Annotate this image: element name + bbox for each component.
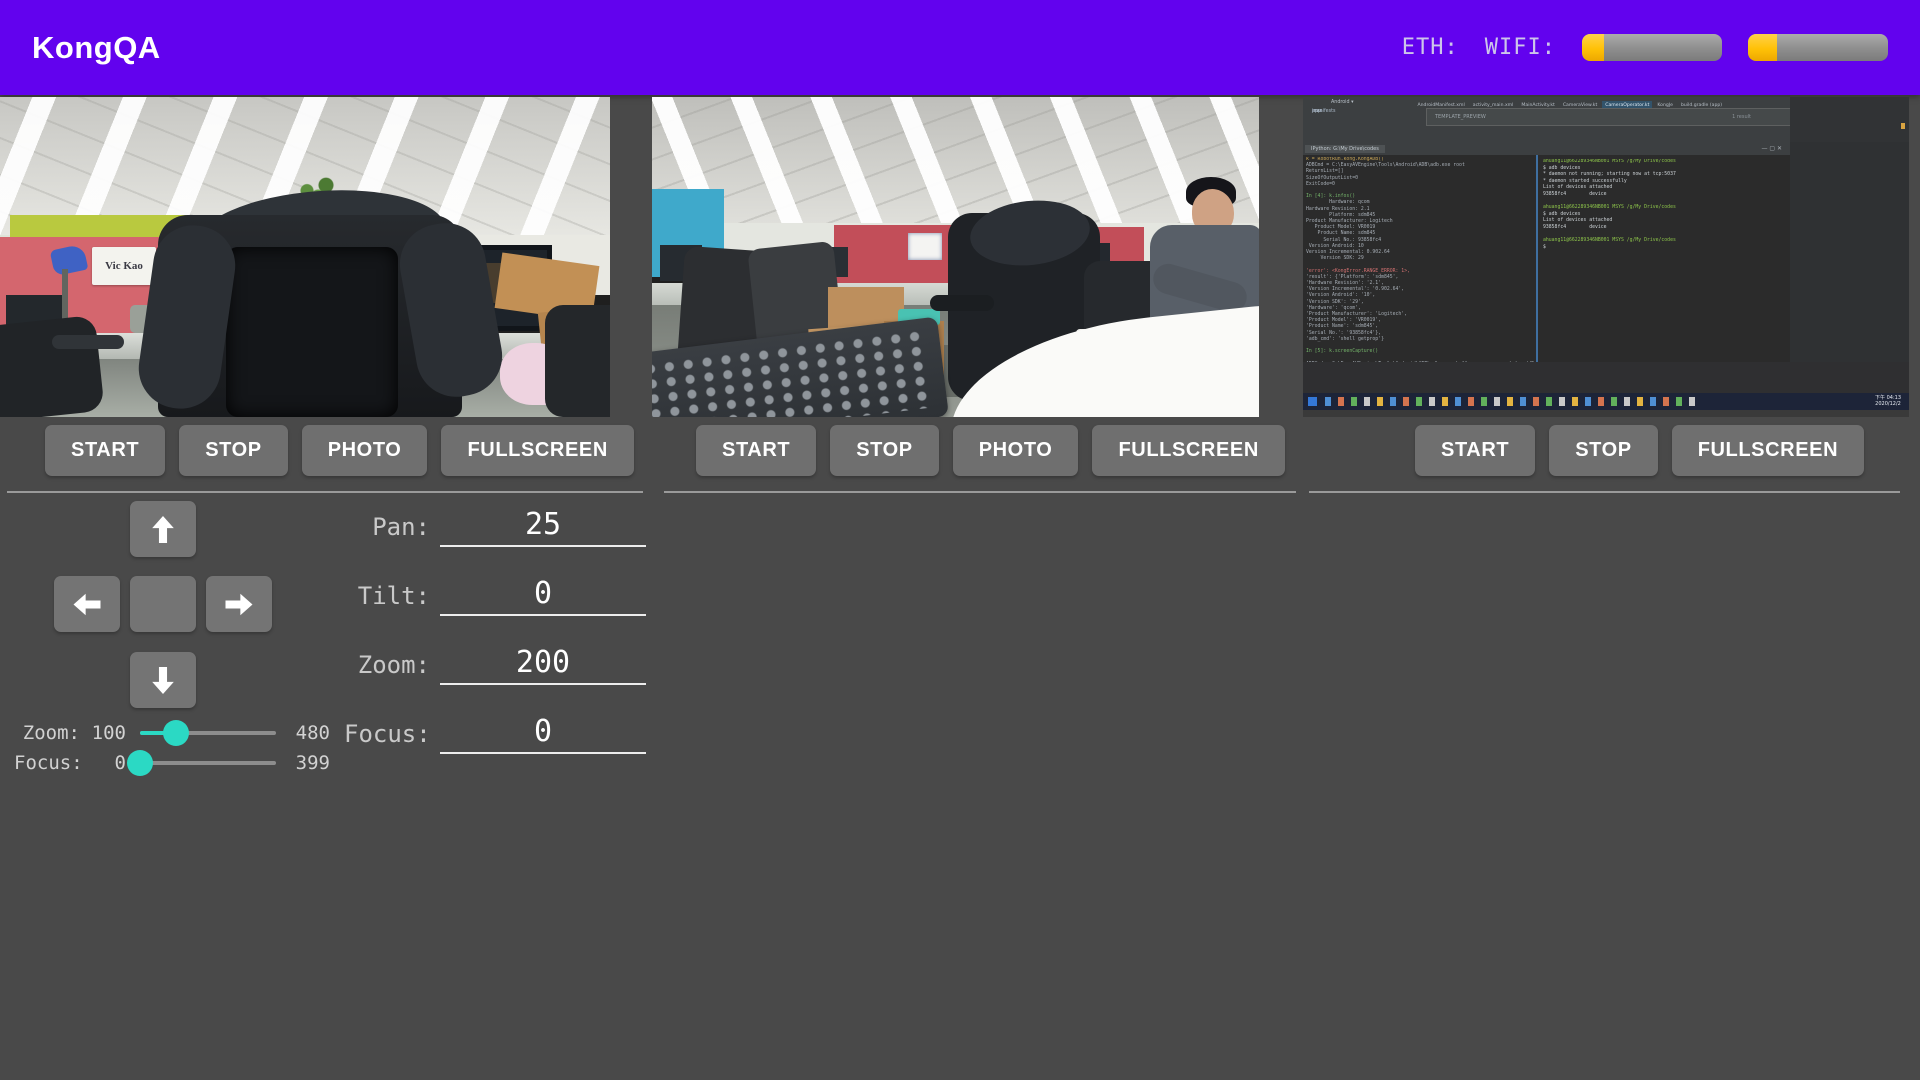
arrow-right-icon [222, 591, 256, 618]
gutter-mark [1901, 123, 1905, 129]
pan-up-button[interactable] [130, 501, 196, 557]
taskbar-date: 2020/12/2 [1875, 402, 1901, 408]
camera-3-button-row: START STOP FULLSCREEN [1415, 425, 1864, 476]
console-title-tab: IPython: G:\My Drive\codes [1305, 145, 1385, 153]
network-status: ETH: WIFI: [1402, 34, 1888, 61]
camera-1-photo-button[interactable]: PHOTO [302, 425, 428, 476]
cam3-console-left: k = RobotRun.kong.KongADB()ADBCmd = C:\E… [1306, 157, 1534, 362]
app-title: KongQA [32, 30, 161, 66]
taskbar-icons [1325, 397, 1695, 406]
camera-3-feed: Android ▾ AndroidManifest.xmlactivity_ma… [1303, 97, 1909, 417]
focus-slider-min: 0 [80, 752, 126, 774]
focus-slider-track[interactable] [140, 761, 276, 765]
wifi-label: WIFI: [1485, 35, 1556, 60]
right-chair [545, 305, 610, 417]
pan-input-row: Pan: [344, 503, 646, 547]
chair-armrest [930, 295, 994, 311]
arrow-down-icon [150, 663, 177, 697]
eth-label: ETH: [1402, 35, 1459, 60]
wifi-progress-bar [1748, 34, 1888, 61]
eth-progress-bar [1582, 34, 1722, 61]
chair-mesh [226, 247, 398, 417]
zoom-slider-label: Zoom: [14, 722, 80, 744]
screen-bottom-strip [1303, 410, 1909, 417]
desktop-strip [1303, 362, 1909, 393]
zoom-input-row: Zoom: [344, 641, 646, 685]
camera-1-start-button[interactable]: START [45, 425, 165, 476]
ide-search-bar: TEMPLATE_PREVIEW 1 result [1426, 108, 1792, 126]
name-sign: Vic Kao [92, 247, 156, 285]
app-header: KongQA ETH: WIFI: [0, 0, 1920, 95]
focus-slider-thumb[interactable] [127, 750, 153, 776]
tilt-down-button[interactable] [130, 652, 196, 708]
ide-search-text: TEMPLATE_PREVIEW [1435, 114, 1486, 120]
zoom-input[interactable] [440, 645, 646, 685]
camera-1-fullscreen-button[interactable]: FULLSCREEN [441, 425, 633, 476]
camera-3-fullscreen-button[interactable]: FULLSCREEN [1672, 425, 1864, 476]
zoom-slider-max: 480 [284, 722, 330, 744]
camera-2-photo-button[interactable]: PHOTO [953, 425, 1079, 476]
tilt-input[interactable] [440, 576, 646, 616]
console-titlebar: IPython: G:\My Drive\codes — ▢ ✕ [1303, 142, 1790, 155]
console-split-divider [1536, 155, 1538, 362]
panel-1-divider [7, 491, 643, 493]
camera-2-start-button[interactable]: START [696, 425, 816, 476]
zoom-slider-track[interactable] [140, 731, 276, 735]
camera-2-button-row: START STOP PHOTO FULLSCREEN [696, 425, 1285, 476]
camera-1-feed: Vic Kao [0, 97, 610, 417]
desktop-area [1790, 142, 1909, 362]
pan-input-label: Pan: [344, 513, 430, 547]
zoom-slider-min: 100 [80, 722, 126, 744]
focus-slider-max: 399 [284, 752, 330, 774]
focus-input-label: Focus: [344, 720, 430, 754]
pan-right-button[interactable] [206, 576, 272, 632]
camera-2-fullscreen-button[interactable]: FULLSCREEN [1092, 425, 1284, 476]
ide-search-result: 1 result [1732, 114, 1751, 120]
left-chair [0, 315, 105, 417]
focus-input[interactable] [440, 714, 646, 754]
focus-slider-label: Focus: [14, 752, 80, 774]
arrow-left-icon [70, 591, 104, 618]
window-control-icons: — ▢ ✕ [1761, 145, 1782, 152]
camera-1-stop-button[interactable]: STOP [179, 425, 288, 476]
tilt-input-row: Tilt: [344, 572, 646, 616]
poster [908, 233, 942, 260]
zoom-input-label: Zoom: [344, 651, 430, 685]
camera-3-start-button[interactable]: START [1415, 425, 1535, 476]
pan-left-button[interactable] [54, 576, 120, 632]
chair-armrest [52, 335, 124, 349]
pan-input[interactable] [440, 507, 646, 547]
cam3-console-right: ahuang11@662289346NB001 MSYS /g/My Drive… [1543, 159, 1789, 362]
taskbar-clock: 下午 04:13 2020/12/2 [1875, 396, 1901, 407]
start-button-icon [1308, 397, 1317, 406]
ide-project-tree: appmanifestsjava [1303, 108, 1423, 140]
zoom-slider-thumb[interactable] [163, 720, 189, 746]
zoom-slider-row: Zoom: 100 480 [14, 718, 330, 748]
panel-2-divider [664, 491, 1296, 493]
ide-right-gutter [1790, 97, 1909, 142]
focus-input-row: Focus: [344, 710, 646, 754]
eth-progress-fill [1582, 34, 1604, 61]
ide-project-selector: Android ▾ [1331, 100, 1353, 105]
camera-3-stop-button[interactable]: STOP [1549, 425, 1658, 476]
camera-1-button-row: START STOP PHOTO FULLSCREEN [45, 425, 634, 476]
wifi-progress-fill [1748, 34, 1777, 61]
taskbar: 下午 04:13 2020/12/2 [1303, 393, 1909, 410]
tilt-input-label: Tilt: [344, 582, 430, 616]
ptz-center-button[interactable] [130, 576, 196, 632]
arrow-up-icon [150, 512, 177, 546]
camera-2-stop-button[interactable]: STOP [830, 425, 939, 476]
camera-2-feed [652, 97, 1259, 417]
panel-3-divider [1309, 491, 1900, 493]
focus-slider-row: Focus: 0 399 [14, 748, 330, 778]
name-sign-text: Vic Kao [105, 260, 143, 272]
